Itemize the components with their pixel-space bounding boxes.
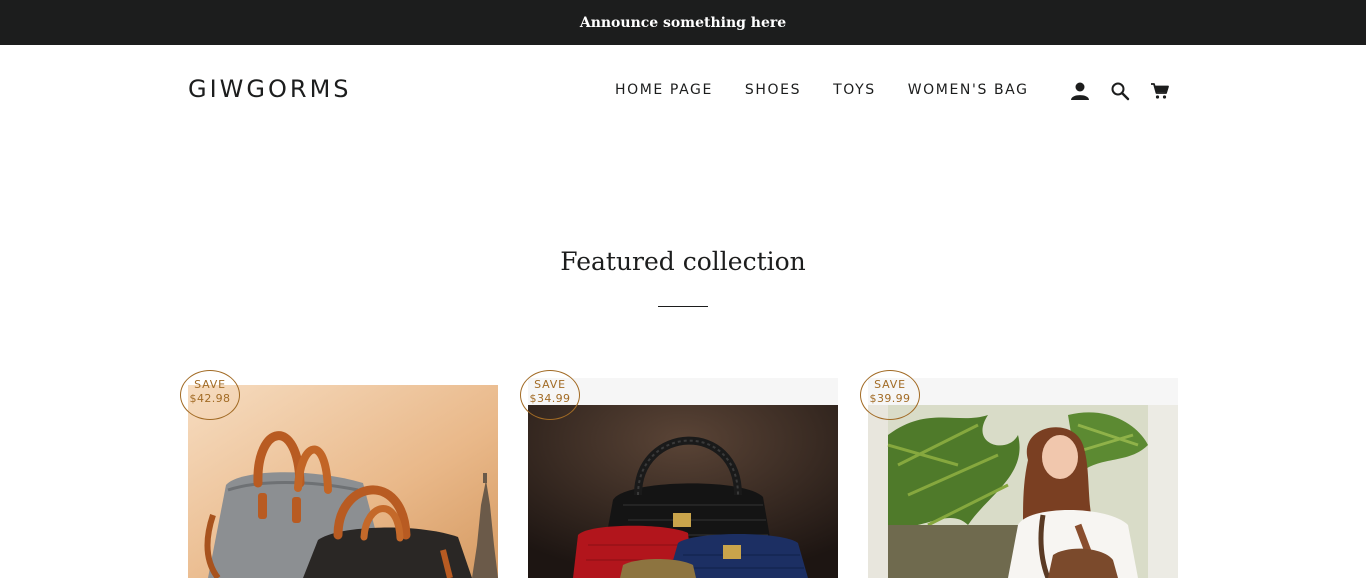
nav-home-page[interactable]: HOME PAGE xyxy=(599,82,729,98)
save-label: SAVE xyxy=(874,378,906,391)
nav-toys[interactable]: TOYS xyxy=(817,82,892,98)
nav-womens-bag[interactable]: WOMEN'S BAG xyxy=(892,82,1045,98)
site-logo[interactable]: GIWGORMS xyxy=(188,75,352,103)
save-amount: $42.98 xyxy=(189,392,231,405)
title-divider xyxy=(658,306,708,307)
save-badge: SAVE $39.99 xyxy=(860,370,920,420)
announcement-bar: Announce something here xyxy=(0,0,1366,45)
save-badge: SAVE $42.98 xyxy=(180,370,240,420)
product-image[interactable] xyxy=(188,385,498,578)
nav-shoes[interactable]: SHOES xyxy=(729,82,817,98)
product-image[interactable] xyxy=(868,405,1178,578)
main-nav: HOME PAGE SHOES TOYS WOMEN'S BAG xyxy=(599,82,1045,98)
save-label: SAVE xyxy=(194,378,226,391)
site-header: GIWGORMS HOME PAGE SHOES TOYS WOMEN'S BA… xyxy=(0,45,1366,135)
product-card[interactable]: SAVE $34.99 xyxy=(520,370,838,578)
save-label: SAVE xyxy=(534,378,566,391)
save-amount: $39.99 xyxy=(869,392,911,405)
cart-icon[interactable] xyxy=(1148,79,1172,103)
save-amount: $34.99 xyxy=(529,392,571,405)
section-title: Featured collection xyxy=(560,247,806,276)
product-image[interactable] xyxy=(528,405,838,578)
product-card[interactable]: SAVE $39.99 xyxy=(860,370,1178,578)
save-badge: SAVE $34.99 xyxy=(520,370,580,420)
account-icon[interactable] xyxy=(1068,79,1092,103)
search-icon[interactable] xyxy=(1108,79,1132,103)
product-card[interactable]: SAVE $42.98 xyxy=(180,370,498,578)
announcement-text: Announce something here xyxy=(579,14,787,31)
